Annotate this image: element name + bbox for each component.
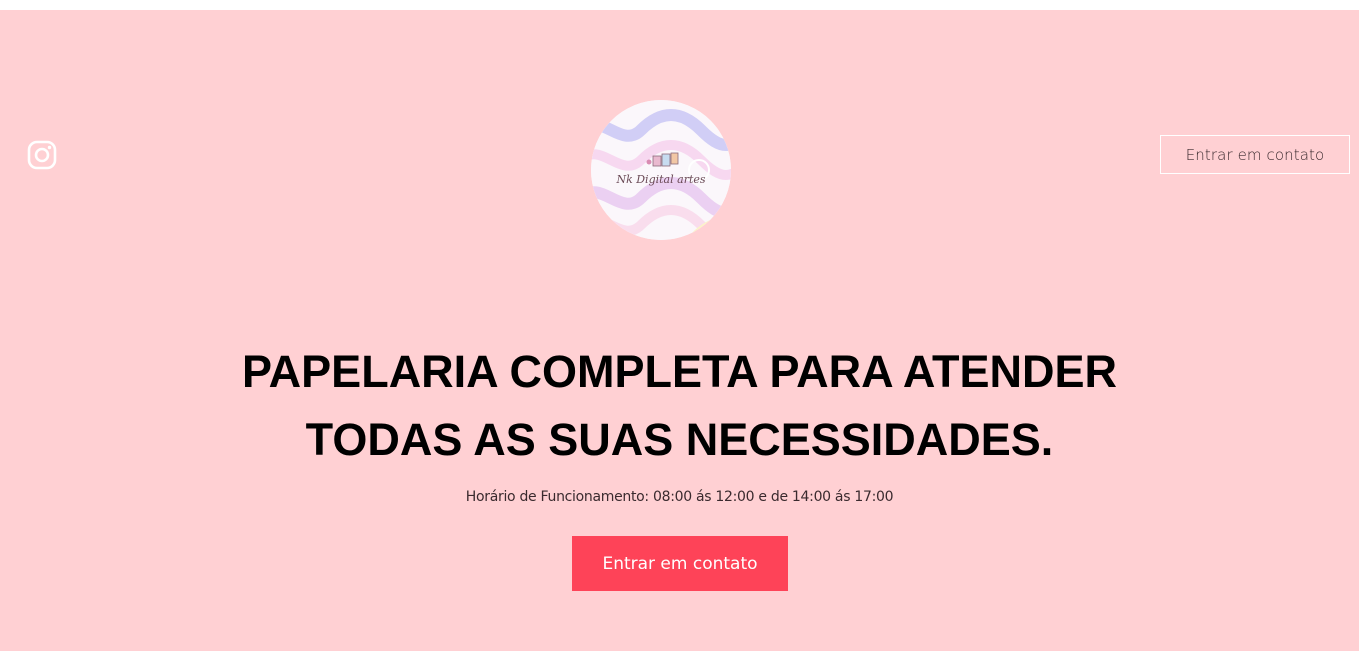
instagram-icon — [27, 140, 57, 170]
business-hours: Horário de Funcionamento: 08:00 ás 12:00… — [465, 489, 894, 505]
logo-background — [591, 100, 731, 240]
hero-section: Nk Digital artes Entrar em contato PAPEL… — [0, 10, 1359, 651]
instagram-link[interactable] — [27, 140, 57, 170]
headline-line-1: PAPELARIA COMPLETA PARA ATENDER — [242, 346, 1117, 397]
logo-text: Nk Digital artes — [616, 173, 706, 186]
headline-line-2: TODAS AS SUAS NECESSIDADES. — [305, 414, 1054, 465]
contact-button-cta[interactable]: Entrar em contato — [572, 536, 788, 591]
brand-logo[interactable]: Nk Digital artes — [591, 100, 731, 240]
contact-button-header[interactable]: Entrar em contato — [1160, 135, 1350, 174]
page-headline: PAPELARIA COMPLETA PARA ATENDER TODAS AS… — [0, 338, 1359, 474]
